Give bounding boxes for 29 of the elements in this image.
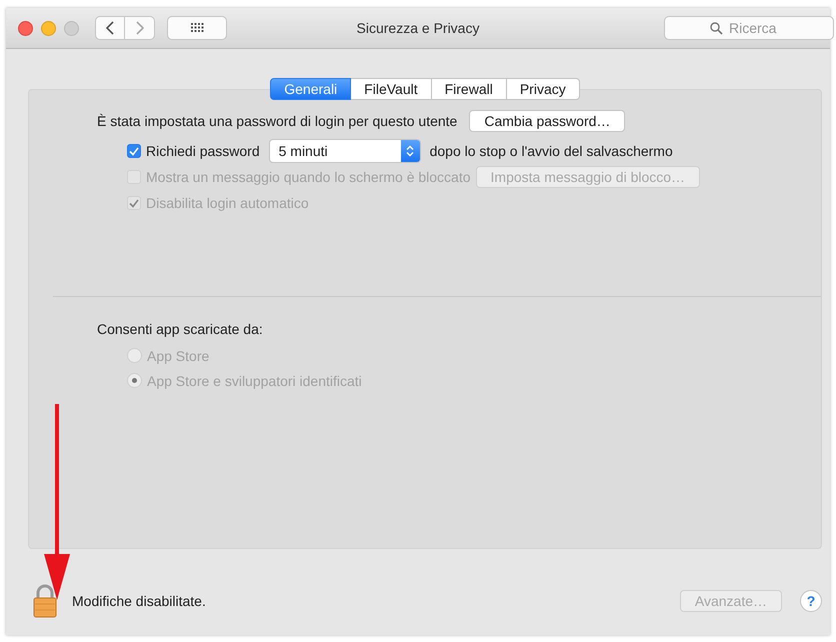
checkbox-label: Richiedi password [146, 143, 260, 159]
checkbox[interactable] [127, 144, 141, 158]
chevron-icon [406, 145, 414, 157]
tab[interactable]: FileVault [351, 78, 432, 100]
change-password-button[interactable]: Cambia password… [469, 110, 626, 132]
chevron-left-icon [106, 21, 114, 35]
back-button[interactable] [95, 16, 125, 40]
lock-status-text: Modifiche disabilitate. [72, 593, 206, 609]
minimize-button[interactable] [41, 20, 56, 36]
tab[interactable]: Firewall [432, 78, 507, 100]
radio-label: App Store [147, 348, 210, 364]
grid-icon [190, 23, 204, 33]
section-heading: Consenti app scaricate da: [97, 321, 264, 337]
suffix-text: dopo lo stop o l'avvio del salvaschermo [430, 143, 673, 159]
tab[interactable]: Privacy [506, 78, 580, 100]
show-all-button[interactable] [167, 16, 227, 40]
delay-dropdown[interactable]: 5 minuti [268, 139, 421, 163]
window-title: Sicurezza e Privacy [356, 20, 480, 36]
close-button[interactable] [18, 20, 33, 36]
help-button[interactable]: ? [800, 590, 822, 612]
chevron-right-icon [136, 21, 144, 35]
checkbox-label: Mostra un messaggio quando lo schermo è bloccato [146, 169, 471, 185]
search-icon [710, 22, 723, 35]
lock-icon [32, 584, 58, 618]
search-field[interactable]: Ricerca [664, 16, 834, 40]
radio-label: App Store e sviluppatori identificati [147, 372, 362, 388]
zoom-button[interactable] [64, 20, 79, 36]
checkbox-label: Disabilita login automatico [146, 195, 309, 211]
password-status-text: È stata impostata una password di login per questo utente [97, 113, 458, 129]
